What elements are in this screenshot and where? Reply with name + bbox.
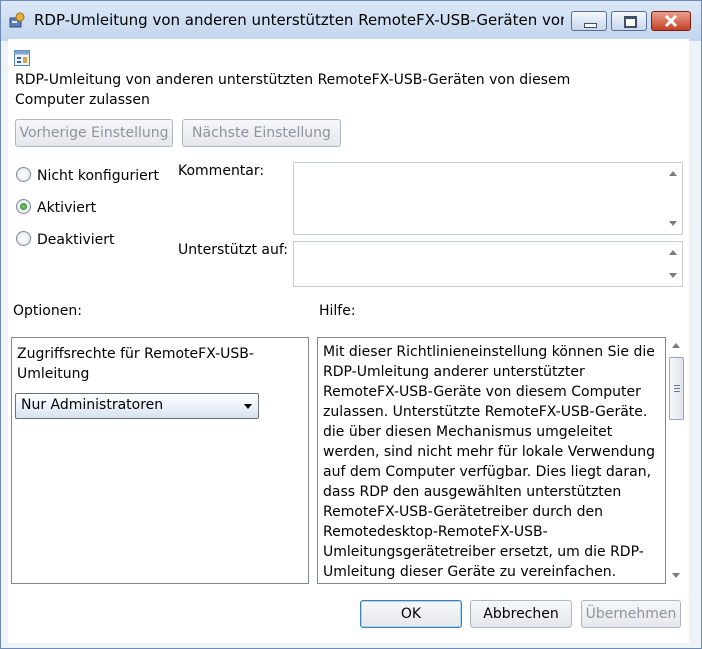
dialog-window: RDP-Umleitung von anderen unterstützten … [0, 0, 702, 649]
scroll-up-icon[interactable] [672, 343, 680, 348]
help-header: Hilfe: [319, 303, 356, 319]
access-rights-label: Zugriffsrechte für RemoteFX-USB-Umleitun… [17, 346, 254, 382]
comment-label: Kommentar: [178, 163, 265, 179]
next-setting-button[interactable]: Nächste Einstellung [182, 119, 341, 147]
dropdown-value: Nur Administratoren [21, 397, 164, 413]
grip-line [674, 385, 680, 386]
access-rights-dropdown[interactable]: Nur Administratoren [15, 393, 259, 419]
window-title: RDP-Umleitung von anderen unterstützten … [34, 11, 564, 29]
close-icon [664, 14, 678, 28]
scroll-up-icon[interactable] [669, 171, 677, 176]
radio-disabled[interactable]: Deaktiviert [16, 229, 115, 251]
group-policy-icon [9, 11, 27, 29]
grip-line [674, 388, 680, 389]
scroll-thumb[interactable] [669, 357, 684, 420]
radio-label: Deaktiviert [37, 232, 115, 248]
supported-on-field [293, 241, 683, 287]
ok-button[interactable]: OK [360, 600, 462, 628]
scroll-down-icon[interactable] [669, 221, 677, 226]
apply-button[interactable]: Übernehmen [581, 600, 681, 628]
chevron-down-icon [244, 404, 252, 409]
help-panel: Mit dieser Richtlinieneinstellung können… [317, 337, 666, 584]
scroll-up-icon[interactable] [669, 250, 677, 255]
grip-line [674, 391, 680, 392]
previous-setting-button[interactable]: Vorherige Einstellung [15, 119, 173, 147]
maximize-button[interactable] [611, 11, 647, 31]
comment-field[interactable] [293, 162, 683, 235]
close-button[interactable] [651, 11, 691, 31]
radio-button[interactable] [16, 167, 31, 182]
supported-scrollbar[interactable] [665, 242, 682, 286]
comment-scrollbar[interactable] [665, 163, 682, 234]
minimize-icon [584, 23, 597, 28]
title-bar[interactable]: RDP-Umleitung von anderen unterstützten … [1, 1, 701, 41]
help-text: Mit dieser Richtlinieneinstellung können… [323, 344, 656, 580]
cancel-button[interactable]: Abbrechen [470, 600, 572, 628]
scroll-down-icon[interactable] [669, 273, 677, 278]
radio-label: Aktiviert [37, 200, 97, 216]
radio-label: Nicht konfiguriert [37, 168, 160, 184]
radio-button[interactable] [16, 199, 31, 214]
radio-not-configured[interactable]: Nicht konfiguriert [16, 165, 159, 187]
scroll-down-icon[interactable] [672, 573, 680, 578]
radio-enabled[interactable]: Aktiviert [16, 197, 96, 219]
supported-on-label: Unterstützt auf: [178, 242, 289, 258]
help-scrollbar[interactable] [668, 337, 685, 584]
radio-button[interactable] [16, 231, 31, 246]
policy-heading: RDP-Umleitung von anderen unterstützten … [15, 72, 571, 108]
options-header: Optionen: [13, 303, 82, 319]
maximize-icon [624, 16, 637, 28]
options-panel: Zugriffsrechte für RemoteFX-USB-Umleitun… [11, 337, 309, 584]
dialog-content: RDP-Umleitung von anderen unterstützten … [8, 39, 689, 643]
minimize-button[interactable] [571, 11, 607, 31]
policy-setting-icon [14, 50, 30, 66]
